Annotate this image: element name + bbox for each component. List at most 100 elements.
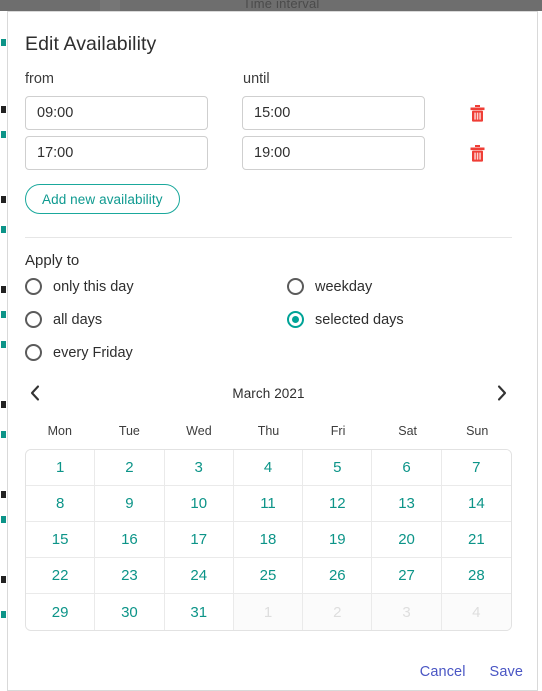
delete-availability-button-2[interactable] (468, 143, 486, 163)
calendar-day-cell[interactable]: 3 (164, 450, 234, 486)
backdrop-left-strip (0, 11, 7, 691)
calendar-day-cell[interactable]: 29 (26, 594, 96, 630)
backdrop-content-sliver (1, 226, 6, 233)
chevron-left-icon (30, 385, 40, 401)
calendar-day-cell[interactable]: 28 (441, 558, 511, 594)
backdrop-content-sliver (1, 39, 6, 46)
calendar-day-cell[interactable]: 17 (164, 522, 234, 558)
until-time-input-2[interactable] (242, 136, 425, 170)
backdrop-content-sliver (1, 401, 6, 408)
radio-only-this-day[interactable]: only this day (25, 278, 287, 295)
calendar-day-cell[interactable]: 5 (303, 450, 373, 486)
calendar-day-cell-inactive: 4 (441, 594, 511, 630)
calendar-day-cell[interactable]: 9 (95, 486, 165, 522)
radio-label: every Friday (53, 344, 133, 361)
backdrop-content-sliver (1, 311, 6, 318)
backdrop-content-sliver (1, 286, 6, 293)
radio-label: only this day (53, 278, 134, 295)
calendar-day-cell[interactable]: 4 (233, 450, 304, 486)
radio-selected-days[interactable]: selected days (287, 311, 523, 328)
until-time-input-1[interactable] (242, 96, 425, 130)
trash-icon (470, 104, 484, 122)
radio-label: selected days (315, 311, 404, 328)
radio-label: all days (53, 311, 103, 328)
calendar-day-cell[interactable]: 8 (26, 486, 96, 522)
backdrop-content-sliver (1, 576, 6, 583)
backdrop-right-strip (538, 11, 542, 691)
chevron-right-icon (497, 385, 507, 401)
time-column-headers: from until (25, 71, 523, 87)
from-time-input-2[interactable] (25, 136, 208, 170)
backdrop-content-sliver (1, 516, 6, 523)
calendar-day-cell[interactable]: 15 (26, 522, 96, 558)
calendar-day-grid: 1 2 3 4 5 6 7 8 9 10 11 12 13 14 15 16 17 18 19 20 21 22 23 24 2… (25, 449, 512, 631)
backdrop-content-sliver (1, 491, 6, 498)
calendar-day-cell[interactable]: 31 (164, 594, 234, 630)
cancel-button[interactable]: Cancel (420, 664, 466, 680)
radio-circle-icon (25, 278, 42, 295)
dialog-title: Edit Availability (25, 33, 157, 55)
calendar-day-cell[interactable]: 11 (233, 486, 304, 522)
radio-weekday[interactable]: weekday (287, 278, 523, 295)
calendar-day-cell[interactable]: 18 (233, 522, 304, 558)
calendar-day-cell[interactable]: 1 (26, 450, 96, 486)
calendar-day-cell[interactable]: 26 (303, 558, 373, 594)
calendar-day-cell[interactable]: 7 (441, 450, 511, 486)
calendar-day-cell[interactable]: 27 (372, 558, 442, 594)
radio-circle-icon (287, 278, 304, 295)
calendar-day-cell[interactable]: 22 (26, 558, 96, 594)
trash-icon (470, 144, 484, 162)
radio-circle-icon (25, 311, 42, 328)
calendar-day-cell[interactable]: 23 (95, 558, 165, 594)
next-month-button[interactable] (492, 382, 512, 404)
radio-all-days[interactable]: all days (25, 311, 287, 328)
save-button[interactable]: Save (490, 664, 523, 680)
apply-to-radio-group: only this day weekday all days selected … (25, 278, 523, 361)
backdrop-content-sliver (1, 341, 6, 348)
month-year-label: March 2021 (232, 385, 305, 401)
backdrop-obscured-title: Time interval (243, 0, 320, 11)
previous-month-button[interactable] (25, 382, 45, 404)
calendar-day-cell[interactable]: 13 (372, 486, 442, 522)
weekday-header-tue: Tue (118, 424, 140, 438)
weekday-header-sat: Sat (398, 424, 418, 438)
calendar-day-cell[interactable]: 12 (303, 486, 373, 522)
weekday-header-mon: Mon (47, 424, 72, 438)
radio-label: weekday (315, 278, 373, 295)
availability-row (25, 136, 523, 170)
calendar-day-cell[interactable]: 16 (95, 522, 165, 558)
calendar-day-cell-inactive: 3 (372, 594, 442, 630)
calendar-weekday-header: Mon Tue Wed Thu Fri Sat Sun (25, 424, 523, 438)
month-navigation: March 2021 (25, 382, 523, 404)
calendar-day-cell[interactable]: 21 (441, 522, 511, 558)
calendar-day-cell-inactive: 2 (303, 594, 373, 630)
calendar-day-cell[interactable]: 25 (233, 558, 304, 594)
dialog-footer: Cancel Save (420, 664, 523, 680)
radio-every-friday[interactable]: every Friday (25, 344, 287, 361)
add-new-availability-button[interactable]: Add new availability (25, 184, 180, 214)
backdrop-content-sliver (1, 611, 6, 618)
weekday-header-thu: Thu (257, 424, 280, 438)
delete-availability-button-1[interactable] (468, 103, 486, 123)
backdrop-content-sliver (1, 131, 6, 138)
weekday-header-fri: Fri (330, 424, 346, 438)
section-divider (25, 237, 512, 238)
radio-circle-icon (25, 344, 42, 361)
until-column-label: until (243, 71, 270, 87)
weekday-header-wed: Wed (186, 424, 212, 438)
from-column-label: from (25, 71, 54, 87)
availability-row (25, 96, 523, 130)
calendar-day-cell[interactable]: 10 (164, 486, 234, 522)
calendar-day-cell-inactive: 1 (233, 594, 304, 630)
calendar-day-cell[interactable]: 24 (164, 558, 234, 594)
from-time-input-1[interactable] (25, 96, 208, 130)
calendar-day-cell[interactable]: 19 (303, 522, 373, 558)
calendar-day-cell[interactable]: 20 (372, 522, 442, 558)
apply-to-label: Apply to (25, 252, 80, 269)
calendar-day-cell[interactable]: 14 (441, 486, 511, 522)
calendar-day-cell[interactable]: 2 (95, 450, 165, 486)
weekday-header-sun: Sun (466, 424, 489, 438)
edit-availability-dialog: Edit Availability from until 09:00 15:00… (7, 11, 538, 691)
calendar-day-cell[interactable]: 30 (95, 594, 165, 630)
calendar-day-cell[interactable]: 6 (372, 450, 442, 486)
